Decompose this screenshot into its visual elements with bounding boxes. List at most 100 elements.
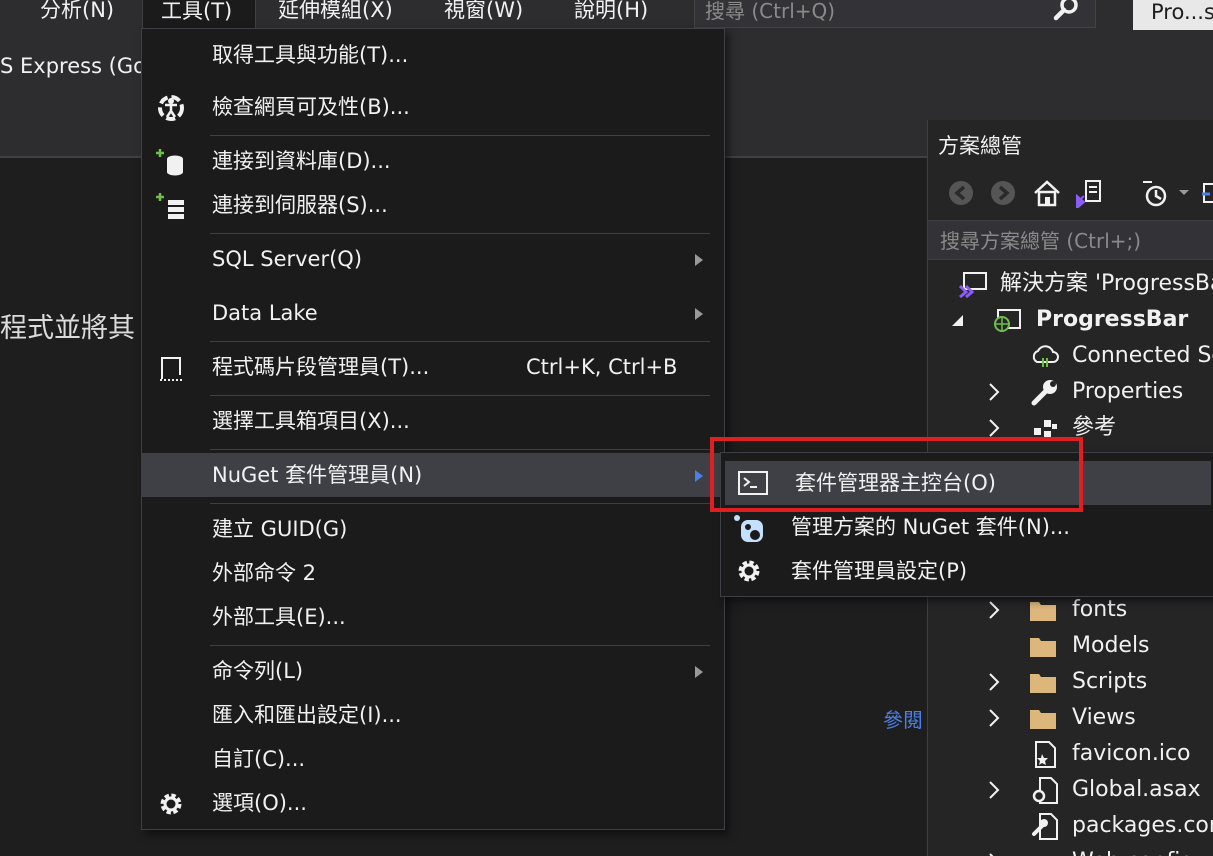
menu-item-label: 自訂(C)...: [212, 747, 306, 771]
solution-search-box[interactable]: [928, 220, 1213, 260]
gear-icon: [738, 560, 760, 582]
folder-icon: [1030, 710, 1056, 729]
tools-menu: 取得工具與功能(T)... 檢查網頁可及性(B)... 連接到資料庫(D)...: [141, 28, 725, 830]
menu-item-command-line[interactable]: 命令列(L): [142, 651, 724, 691]
menu-item-import-export[interactable]: 匯入和匯出設定(I)...: [142, 695, 724, 735]
solution-search-input[interactable]: [940, 227, 1213, 255]
tree-label: packages.config: [1072, 813, 1213, 838]
quick-search-input[interactable]: [705, 0, 1045, 25]
tree-folder-fonts[interactable]: fonts: [928, 592, 1213, 628]
collapsed-arrow-icon[interactable]: [986, 592, 1002, 628]
connected-services-icon: [1032, 345, 1059, 367]
menu-item-label: 命令列(L): [212, 659, 304, 683]
back-icon[interactable]: [946, 178, 976, 208]
tree-folder-scripts[interactable]: Scripts: [928, 664, 1213, 700]
tree-properties[interactable]: Properties: [928, 374, 1213, 410]
pending-changes-icon[interactable]: [1140, 178, 1170, 208]
menu-separator: [210, 341, 710, 342]
menu-separator: [210, 233, 710, 234]
menu-item-label: 外部命令 2: [212, 561, 317, 585]
submenu-item-label: 套件管理員設定(P): [791, 559, 968, 583]
folder-icon: [1030, 602, 1056, 621]
menu-item-accessibility[interactable]: 檢查網頁可及性(B)...: [142, 87, 724, 127]
menu-item-data-lake[interactable]: Data Lake: [142, 293, 724, 333]
menu-separator: [210, 645, 710, 646]
menu-item-label: NuGet 套件管理員(N): [212, 463, 423, 487]
tree-connected-services[interactable]: Connected Services: [928, 338, 1213, 374]
menu-item-create-guid[interactable]: 建立 GUID(G): [142, 509, 724, 549]
collapsed-arrow-icon[interactable]: [986, 772, 1002, 808]
menu-item-label: 選擇工具箱項目(X)...: [212, 409, 410, 433]
menu-item-get-tools[interactable]: 取得工具與功能(T)...: [142, 35, 724, 75]
menu-tools[interactable]: 工具(T): [142, 0, 256, 28]
menu-item-nuget[interactable]: NuGet 套件管理員(N): [142, 453, 724, 497]
expanded-arrow-icon[interactable]: [950, 302, 966, 338]
sync-icon[interactable]: [1200, 178, 1213, 208]
menu-item-toolbox-items[interactable]: 選擇工具箱項目(X)...: [142, 401, 724, 441]
forward-icon[interactable]: [988, 178, 1018, 208]
collapsed-arrow-icon[interactable]: [986, 374, 1002, 410]
web-project-icon: [994, 309, 1021, 332]
tree-label: Scripts: [1072, 669, 1148, 694]
collapsed-arrow-icon[interactable]: [986, 844, 1002, 856]
quick-search-box[interactable]: [694, 0, 1096, 28]
menu-item-connect-server[interactable]: 連接到伺服器(S)...: [142, 185, 724, 225]
folder-icon: [1030, 638, 1056, 657]
server-plus-icon: [156, 193, 184, 219]
tree-project[interactable]: ProgressBar: [928, 302, 1213, 338]
tree-solution[interactable]: 解決方案 'ProgressBar': [928, 266, 1213, 302]
snippet-icon: [160, 357, 182, 381]
menu-item-label: 連接到資料庫(D)...: [212, 149, 391, 173]
visual-studio-window: 分析(N) 工具(T) 延伸模組(X) 視窗(W) 說明(H) Pro...s …: [0, 0, 1213, 856]
document-tab-label[interactable]: S Express (Go: [0, 54, 146, 78]
menu-item-label: SQL Server(Q): [212, 247, 363, 271]
menu-item-label: Data Lake: [212, 301, 318, 325]
tree-label: Views: [1072, 705, 1136, 730]
tree-folder-models[interactable]: Models: [928, 628, 1213, 664]
menu-window[interactable]: 視窗(W): [440, 0, 527, 28]
tree-file-favicon[interactable]: favicon.ico: [928, 736, 1213, 772]
profile-button[interactable]: Pro...s: [1133, 0, 1213, 32]
tree-label: ProgressBar: [1036, 307, 1189, 332]
icon-file-icon: [1035, 741, 1056, 768]
home-icon[interactable]: [1032, 178, 1062, 208]
menu-item-customize[interactable]: 自訂(C)...: [142, 739, 724, 779]
accessibility-icon: [158, 95, 184, 121]
menu-extensions[interactable]: 延伸模組(X): [274, 0, 397, 28]
menu-item-options[interactable]: 選項(O)...: [142, 783, 724, 823]
tree-file-global[interactable]: Global.asax: [928, 772, 1213, 808]
menu-item-label: 匯入和匯出設定(I)...: [212, 703, 402, 727]
menu-item-sql-server[interactable]: SQL Server(Q): [142, 239, 724, 279]
solution-explorer-title: 方案總管: [938, 134, 1022, 158]
menu-separator: [210, 395, 710, 396]
menu-item-connect-database[interactable]: 連接到資料庫(D)...: [142, 141, 724, 181]
editor-link-fragment[interactable]: 參閱: [883, 704, 923, 733]
submenu-arrow-icon: [695, 308, 703, 320]
tree-label: fonts: [1072, 597, 1128, 622]
collapsed-arrow-icon[interactable]: [986, 664, 1002, 700]
menu-analyze[interactable]: 分析(N): [36, 0, 118, 28]
switch-views-icon[interactable]: [1074, 178, 1104, 208]
tree-label: Properties: [1072, 379, 1184, 404]
tree-folder-views[interactable]: Views: [928, 700, 1213, 736]
submenu-item-package-manager-settings[interactable]: 套件管理員設定(P): [721, 549, 1213, 593]
tree-file-packages[interactable]: packages.config: [928, 808, 1213, 844]
search-icon[interactable]: [1051, 0, 1081, 23]
menu-separator: [210, 503, 710, 504]
editor-text-fragment: 程式並將其: [0, 313, 135, 344]
menu-item-label: 檢查網頁可及性(B)...: [212, 95, 410, 119]
menu-bar: 分析(N) 工具(T) 延伸模組(X) 視窗(W) 說明(H) Pro...s: [0, 0, 1213, 32]
tree-label: Global.asax: [1072, 777, 1201, 802]
menu-item-snippets[interactable]: 程式碼片段管理員(T)... Ctrl+K, Ctrl+B: [142, 347, 724, 387]
chevron-down-icon[interactable]: [1176, 178, 1192, 208]
menu-item-external-tools[interactable]: 外部工具(E)...: [142, 597, 724, 637]
solution-explorer-toolbar: [928, 172, 1213, 216]
menu-item-label: 程式碼片段管理員(T)...: [212, 355, 430, 379]
menu-help[interactable]: 說明(H): [570, 0, 652, 28]
collapsed-arrow-icon[interactable]: [986, 700, 1002, 736]
solution-icon: [958, 272, 987, 298]
menu-item-external-command[interactable]: 外部命令 2: [142, 553, 724, 593]
tree-file-webconfig[interactable]: Web.config: [928, 844, 1213, 856]
submenu-arrow-icon: [695, 470, 703, 482]
menu-item-shortcut: Ctrl+K, Ctrl+B: [526, 355, 678, 379]
